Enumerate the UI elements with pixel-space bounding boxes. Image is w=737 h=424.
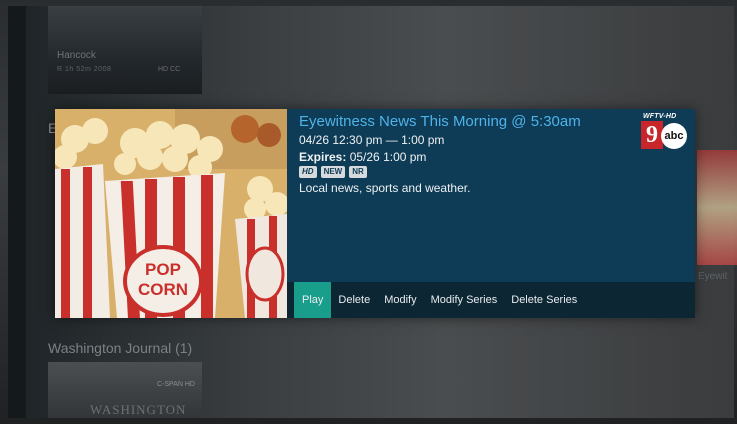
hd-badge: HD [299, 166, 317, 178]
expires-label: Expires: [299, 150, 347, 164]
channel-call-sign: WFTV-HD [643, 113, 677, 120]
channel-number: 9 [641, 121, 663, 149]
background-right-card [697, 150, 737, 265]
play-button[interactable]: Play [294, 282, 332, 318]
program-description: Local news, sports and weather. [299, 181, 471, 195]
background-bottom-card-network: C-SPAN HD [157, 381, 195, 388]
expires-value: 05/26 1:00 pm [349, 150, 427, 164]
program-expires: Expires: 05/26 1:00 pm [299, 150, 426, 164]
program-badges: HD NEW NR [299, 166, 367, 178]
background-right-card-text: Eyewit [698, 271, 728, 282]
program-title: Eyewitness News This Morning @ 5:30am [299, 113, 581, 130]
delete-series-button[interactable]: Delete Series [504, 282, 584, 318]
background-left-bar [8, 6, 26, 418]
channel-logo-icon: WFTV-HD 9 abc [641, 113, 691, 149]
new-badge: NEW [320, 166, 346, 178]
network-logo: abc [661, 123, 687, 149]
delete-button[interactable]: Delete [331, 282, 377, 318]
background-card-title: Hancock [57, 50, 96, 61]
program-airtime: 04/26 12:30 pm — 1:00 pm [299, 133, 445, 147]
program-detail-popup: POP CORN Eyewitness News This Morning @ … [55, 109, 695, 318]
popcorn-poster-icon: POP CORN [55, 109, 287, 318]
background-bottom-card-title: WASHINGTON [90, 402, 187, 417]
modify-button[interactable]: Modify [377, 282, 423, 318]
program-poster: POP CORN [55, 109, 287, 318]
background-section-title: Washington Journal (1) [48, 340, 193, 356]
poster-text-corn: CORN [138, 280, 188, 299]
action-bar: Play Delete Modify Modify Series Delete … [287, 282, 695, 318]
poster-text-pop: POP [145, 260, 181, 279]
modify-series-button[interactable]: Modify Series [424, 282, 505, 318]
rating-badge: NR [349, 166, 367, 178]
background-card-badges: HD CC [158, 66, 181, 73]
background-card-meta: R 1h 52m 2008 [57, 66, 112, 73]
